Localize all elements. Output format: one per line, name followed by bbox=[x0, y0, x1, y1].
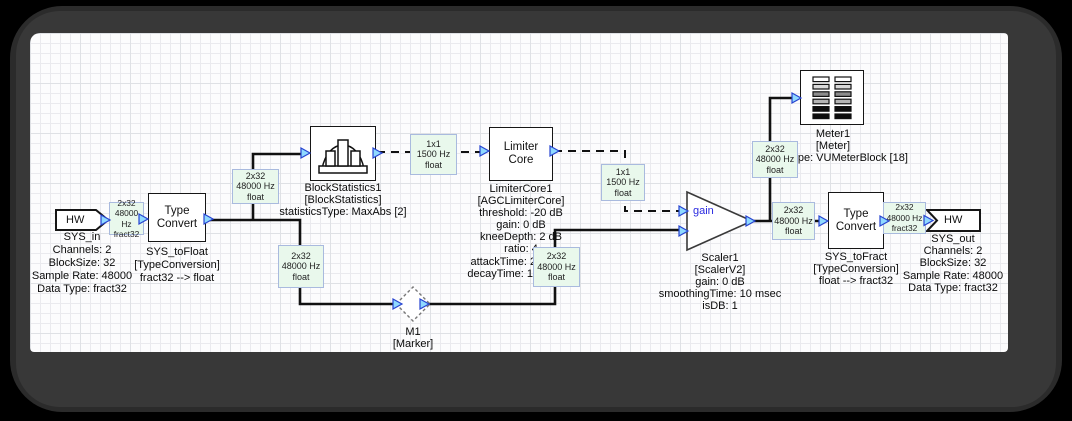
block-type-convert-out[interactable]: Type Convert bbox=[828, 192, 884, 249]
caption-sys-out: SYS_out Channels: 2 BlockSize: 32 Sample… bbox=[902, 233, 1004, 294]
caption-sys-in: SYS_in Channels: 2 BlockSize: 32 Sample … bbox=[31, 231, 133, 295]
wire-label-stats-to-limiter: 1x1 1500 Hz float bbox=[410, 134, 457, 175]
caption-blockstatistics: BlockStatistics1 [BlockStatistics] stati… bbox=[279, 182, 407, 219]
block-meter[interactable] bbox=[800, 70, 864, 125]
histogram-icon bbox=[318, 138, 368, 174]
block-type-convert-in[interactable]: Type Convert bbox=[148, 193, 206, 242]
hw-output-label: HW bbox=[944, 214, 963, 226]
block-text: Limiter Core bbox=[503, 141, 539, 166]
hw-input-label: HW bbox=[66, 214, 85, 226]
wire-label-to-blockstats: 2x32 48000 Hz float bbox=[232, 169, 279, 204]
wire-label-in-to-convert: 2x32 48000 Hz fract32 bbox=[109, 198, 144, 239]
wire-label-marker-to-scaler: 2x32 48000 Hz float bbox=[533, 247, 580, 287]
block-blockstatistics[interactable] bbox=[310, 126, 376, 181]
caption-type-convert-out: SYS_toFract [TypeConversion] float --> f… bbox=[813, 251, 899, 288]
block-text: Type Convert bbox=[156, 204, 198, 230]
wire-label-convert-to-out: 2x32 48000 Hz fract32 bbox=[883, 202, 926, 234]
caption-scaler: Scaler1 [ScalerV2] gain: 0 dB smoothingT… bbox=[658, 252, 782, 313]
caption-marker: M1 [Marker] bbox=[392, 326, 434, 351]
wire-label-to-marker: 2x32 48000 Hz float bbox=[278, 245, 324, 288]
vu-meter-icon bbox=[812, 75, 852, 119]
block-text: Type Convert bbox=[835, 207, 877, 233]
wire-label-scaler-to-meter: 2x32 48000 Hz float bbox=[752, 141, 798, 178]
wire-label-scaler-to-convert: 2x32 48000 Hz float bbox=[772, 202, 815, 240]
designer-canvas-window: Type Convert Limiter Core Type Convert H… bbox=[0, 0, 1072, 421]
scaler-gain-pin-label: gain bbox=[693, 205, 714, 217]
block-limiter-core[interactable]: Limiter Core bbox=[489, 127, 553, 181]
wire-label-limiter-to-scaler: 1x1 1500 Hz float bbox=[601, 164, 645, 201]
caption-type-convert-in: SYS_toFloat [TypeConversion] fract32 -->… bbox=[134, 246, 220, 285]
